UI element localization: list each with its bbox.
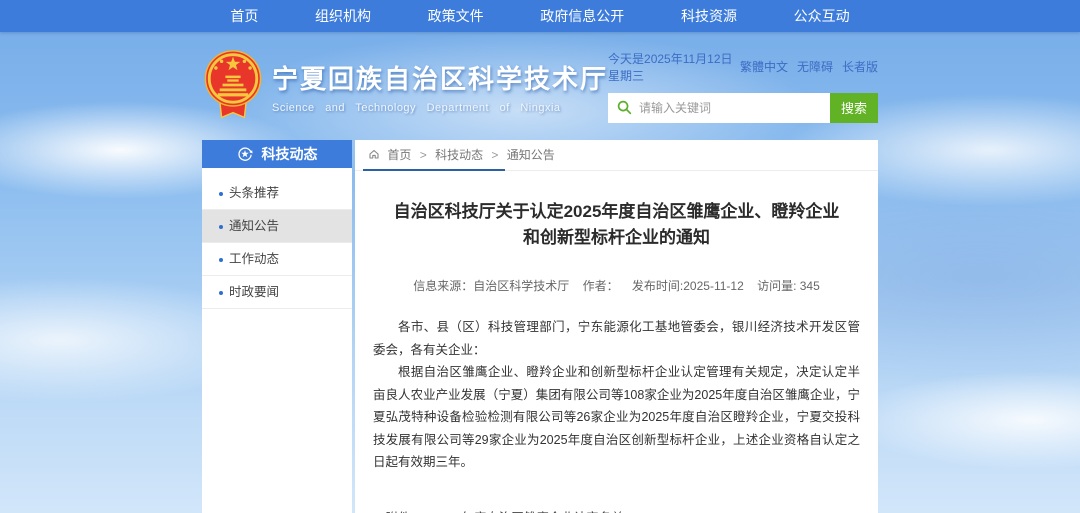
meta-source: 信息来源：自治区科学技术厅	[413, 279, 569, 293]
breadcrumb: 首页 > 科技动态 > 通知公告	[355, 140, 878, 171]
site-title: 宁夏回族自治区科学技术厅	[272, 59, 608, 96]
sidebar: 科技动态 头条推荐 通知公告 工作动态 时政要闻	[202, 140, 352, 513]
article-paragraph: 各市、县（区）科技管理部门，宁东能源化工基地管委会，银川经济技术开发区管委会，各…	[373, 316, 860, 361]
article-title-line1: 自治区科技厅关于认定2025年度自治区雏鹰企业、瞪羚企业	[373, 199, 860, 225]
sidebar-title: 科技动态	[262, 144, 318, 164]
meta-publish-date: 发布时间:2025-11-12	[632, 279, 744, 293]
star-circle-icon	[237, 146, 253, 162]
article: 自治区科技厅关于认定2025年度自治区雏鹰企业、瞪羚企业 和创新型标杆企业的通知…	[355, 171, 878, 513]
link-elderly-version[interactable]: 长者版	[842, 58, 878, 75]
current-date: 今天是2025年11月12日 星期三	[608, 50, 740, 84]
article-body: 各市、县（区）科技管理部门，宁东能源化工基地管委会，银川经济技术开发区管委会，各…	[373, 316, 860, 474]
link-traditional-chinese[interactable]: 繁體中文	[740, 58, 788, 75]
bullet-icon	[219, 258, 223, 262]
sidebar-item-political-news[interactable]: 时政要闻	[202, 276, 352, 309]
sidebar-item-label: 头条推荐	[229, 186, 279, 200]
article-meta: 信息来源：自治区科学技术厅 作者： 发布时间:2025-11-12 访问量: 3…	[373, 277, 860, 294]
breadcrumb-underline	[363, 169, 505, 171]
attachments-label: 附件：	[386, 508, 424, 513]
search-input[interactable]	[608, 93, 830, 123]
article-title: 自治区科技厅关于认定2025年度自治区雏鹰企业、瞪羚企业 和创新型标杆企业的通知	[373, 199, 860, 251]
attachments-block: 附件： 1.2025年度自治区雏鹰企业认定名单 2.2025年度自治区瞪羚企业认…	[386, 508, 861, 513]
sidebar-item-label: 时政要闻	[229, 285, 279, 299]
home-icon	[368, 148, 380, 160]
nav-item-public-interaction[interactable]: 公众互动	[794, 6, 850, 26]
meta-views: 访问量: 345	[757, 279, 820, 293]
meta-author: 作者：	[583, 279, 619, 293]
nav-item-organization[interactable]: 组织机构	[315, 6, 371, 26]
breadcrumb-tech-trends[interactable]: 科技动态	[435, 148, 483, 162]
sidebar-item-notices[interactable]: 通知公告	[202, 210, 352, 243]
top-nav: 首页 组织机构 政策文件 政府信息公开 科技资源 公众互动	[0, 0, 1080, 32]
nav-item-policy[interactable]: 政策文件	[428, 6, 484, 26]
sidebar-item-work-trends[interactable]: 工作动态	[202, 243, 352, 276]
main-panel: 首页 > 科技动态 > 通知公告 自治区科技厅关于认定2025年度自治区雏鹰企业…	[355, 140, 878, 513]
site-logo[interactable]: 宁夏回族自治区科学技术厅 Science and Technology Depa…	[202, 47, 608, 125]
breadcrumb-separator: >	[420, 148, 427, 162]
bullet-icon	[219, 291, 223, 295]
link-accessibility[interactable]: 无障碍	[797, 58, 833, 75]
search-button[interactable]: 搜索	[830, 93, 878, 123]
article-paragraph: 根据自治区雏鹰企业、瞪羚企业和创新型标杆企业认定管理有关规定，决定认定半亩良人农…	[373, 361, 860, 474]
nav-item-home[interactable]: 首页	[230, 6, 258, 26]
bullet-icon	[219, 225, 223, 229]
attachment-link-1[interactable]: 1.2025年度自治区雏鹰企业认定名单	[423, 508, 661, 513]
sidebar-header: 科技动态	[202, 140, 352, 168]
national-emblem-icon	[202, 49, 264, 125]
sidebar-item-label: 通知公告	[229, 219, 279, 233]
article-title-line2: 和创新型标杆企业的通知	[373, 225, 860, 251]
bullet-icon	[219, 192, 223, 196]
breadcrumb-separator: >	[491, 148, 498, 162]
sidebar-item-headlines[interactable]: 头条推荐	[202, 177, 352, 210]
site-title-english: Science and Technology Department of Nin…	[272, 102, 608, 114]
breadcrumb-notices[interactable]: 通知公告	[507, 148, 555, 162]
sidebar-item-label: 工作动态	[229, 252, 279, 266]
nav-item-gov-info[interactable]: 政府信息公开	[540, 6, 624, 26]
breadcrumb-home[interactable]: 首页	[387, 148, 411, 162]
site-header: 宁夏回族自治区科学技术厅 Science and Technology Depa…	[0, 32, 1080, 140]
nav-item-tech-resources[interactable]: 科技资源	[681, 6, 737, 26]
search-icon	[617, 100, 632, 115]
